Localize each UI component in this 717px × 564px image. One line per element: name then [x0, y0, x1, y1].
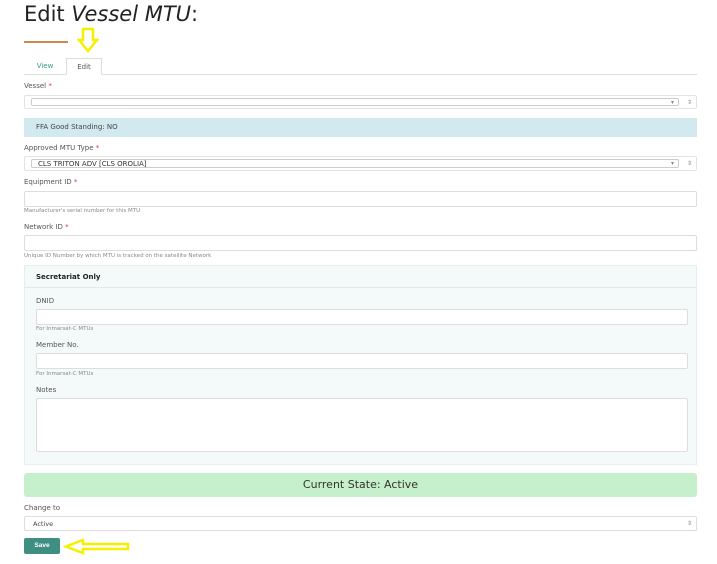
change-to-select[interactable]: Active ⇕ — [24, 516, 697, 531]
vessel-select[interactable]: ▾ ⇕ — [24, 95, 697, 109]
vessel-select-value[interactable] — [31, 98, 679, 106]
secretariat-heading: Secretariat Only — [25, 266, 696, 288]
equipment-id-input[interactable] — [24, 191, 697, 207]
save-button[interactable]: Save — [24, 538, 60, 554]
title-underline — [24, 41, 68, 43]
dnid-help: For Inmarsat-C MTUs — [36, 326, 94, 332]
sort-icon: ⇕ — [686, 99, 692, 106]
secretariat-panel: Secretariat Only DNID For Inmarsat-C MTU… — [24, 265, 697, 465]
tab-edit[interactable]: Edit — [66, 58, 102, 75]
page-title: Edit Vessel MTU: — [24, 2, 198, 26]
chevron-down-icon: ▾ — [670, 160, 674, 167]
mtu-type-value[interactable]: CLS TRITON ADV [CLS OROLIA] — [31, 159, 679, 168]
member-no-help: For Inmarsat-C MTUs — [36, 371, 94, 377]
notes-textarea[interactable] — [36, 398, 688, 452]
good-standing-alert: FFA Good Standing: NO — [24, 118, 697, 137]
change-to-value: Active — [33, 520, 54, 528]
title-prefix: Edit — [24, 2, 72, 26]
dnid-label: DNID — [36, 297, 55, 305]
annotation-arrow-left-icon — [63, 538, 130, 555]
equipment-id-label: Equipment ID * — [24, 178, 78, 186]
member-no-input[interactable] — [36, 353, 688, 369]
current-state-banner: Current State: Active — [24, 473, 697, 497]
mtu-type-label: Approved MTU Type * — [24, 144, 100, 152]
network-id-help: Unique ID Number by which MTU is tracked… — [24, 253, 212, 259]
sort-icon: ⇕ — [686, 160, 692, 167]
mtu-type-select[interactable]: CLS TRITON ADV [CLS OROLIA] ▾ ⇕ — [24, 156, 697, 171]
notes-label: Notes — [36, 386, 57, 394]
title-entity: Vessel MTU — [71, 2, 192, 26]
vessel-label: Vessel * — [24, 82, 52, 90]
member-no-label: Member No. — [36, 341, 79, 349]
sort-icon: ⇕ — [686, 520, 692, 527]
equipment-id-help: Manufacturer's serial number for this MT… — [24, 208, 141, 214]
change-to-label: Change to — [24, 504, 61, 512]
network-id-input[interactable] — [24, 235, 697, 251]
tab-view[interactable]: View — [24, 58, 66, 75]
annotation-arrow-down-icon — [77, 27, 99, 53]
title-suffix: : — [191, 2, 199, 26]
dnid-input[interactable] — [36, 309, 688, 325]
network-id-label: Network ID * — [24, 223, 69, 231]
tab-bar: View Edit — [24, 58, 697, 75]
chevron-down-icon: ▾ — [670, 99, 674, 106]
